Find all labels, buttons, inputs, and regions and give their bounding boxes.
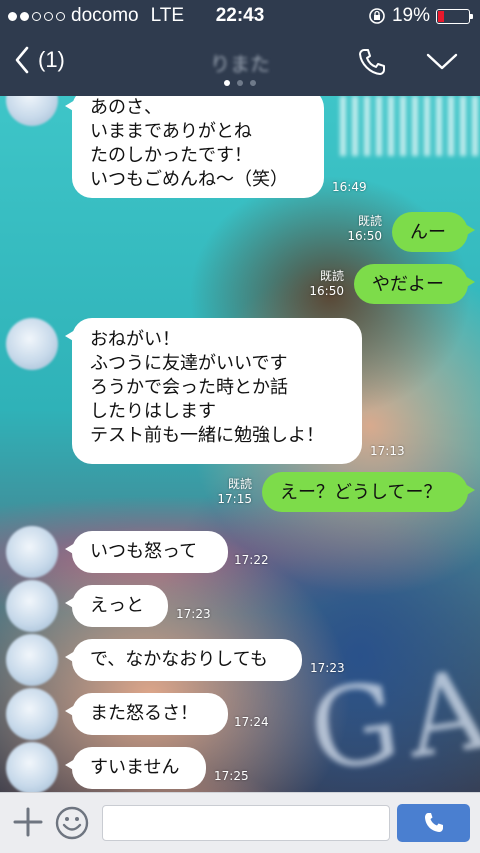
message-time: 17:13 xyxy=(370,444,405,458)
phone-send-icon xyxy=(424,813,443,832)
message-bubble-incoming[interactable]: えっと xyxy=(65,585,168,627)
chat-area[interactable]: GA あのさ、 いままでありがとね たのしかったです！ いつもごめんね〜（笑） … xyxy=(0,96,480,792)
message-time: 17:23 xyxy=(176,607,211,621)
wallpaper-stripes xyxy=(340,96,480,156)
read-receipt: 既読 xyxy=(357,214,382,228)
contact-avatar[interactable] xyxy=(6,742,58,792)
page-dot xyxy=(224,80,230,86)
message-input[interactable] xyxy=(102,805,390,841)
page-dot xyxy=(250,80,256,86)
contact-avatar[interactable] xyxy=(6,96,58,126)
message-time: 17:24 xyxy=(234,715,269,729)
contact-avatar[interactable] xyxy=(6,526,58,578)
message-bubble-incoming[interactable]: すいません xyxy=(65,747,206,789)
plus-icon[interactable] xyxy=(11,805,45,839)
message-time: 17:22 xyxy=(234,553,269,567)
emoji-icon[interactable] xyxy=(54,805,90,841)
read-receipt: 既読 xyxy=(319,269,344,283)
message-bubble-incoming[interactable]: で、なかなおりしても xyxy=(65,639,302,681)
message-bubble-outgoing[interactable]: んー xyxy=(392,212,475,252)
contact-avatar[interactable] xyxy=(6,634,58,686)
status-bar: docomo LTE 22:43 19% xyxy=(0,0,480,32)
battery-percent: 19% xyxy=(391,5,430,26)
page-dot xyxy=(237,80,243,86)
chat-title: りまた xyxy=(210,52,270,76)
message-bubble-outgoing[interactable]: やだよー xyxy=(354,264,475,304)
phone-send-button[interactable] xyxy=(397,804,470,842)
input-bar xyxy=(0,792,480,853)
message-time: 16:49 xyxy=(332,180,367,194)
read-receipt: 既読 xyxy=(227,477,252,491)
message-bubble-outgoing[interactable]: えー？どうしてー？ xyxy=(262,472,475,512)
battery-icon xyxy=(436,8,473,24)
contact-avatar[interactable] xyxy=(6,688,58,740)
message-time: 17:25 xyxy=(214,769,249,783)
message-time: 16:50 xyxy=(309,284,344,298)
page-indicator xyxy=(0,80,480,86)
message-bubble-incoming[interactable]: いつも怒って xyxy=(65,531,228,573)
phone-icon[interactable] xyxy=(356,46,388,78)
message-bubble-incoming[interactable]: また怒るさ！ xyxy=(65,693,228,735)
battery-level xyxy=(438,10,444,22)
chat-header: (1) りまた xyxy=(0,32,480,96)
message-time: 17:23 xyxy=(310,661,345,675)
message-bubble-incoming[interactable]: あのさ、 いままでありがとね たのしかったです！ いつもごめんね〜（笑） xyxy=(65,96,324,198)
message-time: 16:50 xyxy=(347,229,382,243)
rotation-lock-icon xyxy=(369,8,385,24)
status-right: 19% xyxy=(368,5,473,27)
contact-avatar[interactable] xyxy=(6,580,58,632)
contact-avatar[interactable] xyxy=(6,318,58,370)
message-bubble-incoming[interactable]: おねがい！ ふつうに友達がいいです ろうかで会った時とか話 したりはします テス… xyxy=(65,318,362,464)
chevron-down-icon[interactable] xyxy=(426,52,458,72)
message-time: 17:15 xyxy=(217,492,252,506)
